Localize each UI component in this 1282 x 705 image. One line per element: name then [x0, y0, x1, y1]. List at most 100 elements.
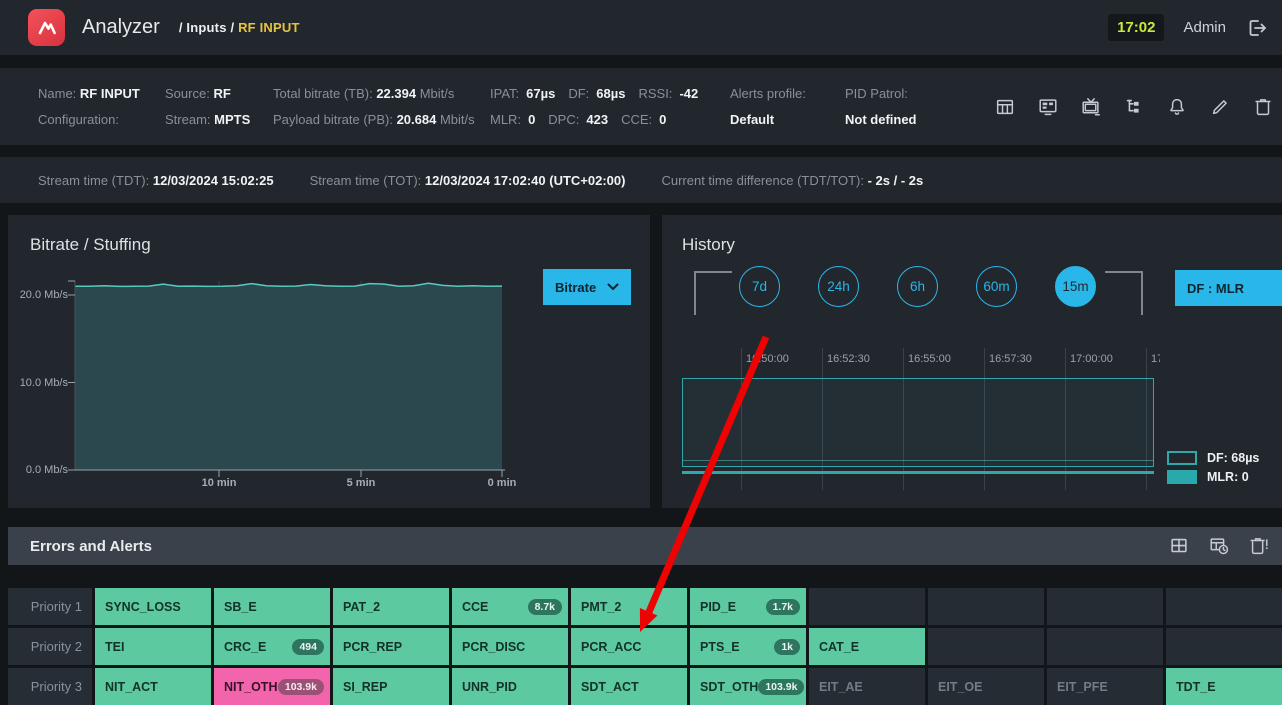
tdt-value: 12/03/2024 15:02:25 [152, 172, 274, 188]
history-time-tick: 16:52:30 [827, 353, 870, 365]
breadcrumb-path[interactable]: / Inputs / [179, 20, 234, 35]
history-range-button-60m[interactable]: 60m [976, 266, 1017, 307]
history-range-button-15m[interactable]: 15m [1055, 266, 1096, 307]
alerts-profile-value[interactable]: Default [730, 112, 774, 127]
history-time-tick: 17:00:00 [1070, 353, 1113, 365]
stream-label: Stream: [165, 112, 211, 127]
history-range-button-7d[interactable]: 7d [739, 266, 780, 307]
error-cell-label: NIT_OTH [224, 679, 278, 694]
error-cell-nit_act[interactable]: NIT_ACT [95, 668, 211, 705]
history-panel-title: History [682, 235, 735, 254]
error-cell-label: UNR_PID [462, 679, 517, 694]
range-bracket-right [1105, 271, 1143, 315]
history-mlr-series [682, 471, 1154, 474]
payload-bitrate-label: Payload bitrate (PB): [273, 112, 393, 127]
error-cell-sb_e[interactable]: SB_E [214, 588, 330, 625]
error-cell-label: PCR_DISC [462, 639, 526, 654]
error-cell-eit_pfe[interactable]: EIT_PFE [1047, 668, 1163, 705]
errors-grid: Priority 1 SYNC_LOSS SB_E PAT_2 CCE 8.7k PMT_2… [8, 588, 1282, 705]
edit-pencil-icon[interactable] [1209, 96, 1231, 118]
errors-alerts-title: Errors and Alerts [30, 537, 152, 555]
tot-label: Stream time (TOT): [309, 172, 422, 188]
error-cell-crc_e[interactable]: CRC_E 494 [214, 628, 330, 665]
report-history-icon[interactable] [1208, 535, 1230, 557]
error-cell-pcr_acc[interactable]: PCR_ACC [571, 628, 687, 665]
priority-row-label: Priority 2 [8, 628, 92, 665]
error-cell-eit_ae[interactable]: EIT_AE [809, 668, 925, 705]
error-cell-empty [809, 588, 925, 625]
pid-patrol-value[interactable]: Not defined [845, 112, 917, 127]
error-cell-tdt_e[interactable]: TDT_E [1166, 668, 1282, 705]
error-cell-nit_oth[interactable]: NIT_OTH 103.9k [214, 668, 330, 705]
bitrate-column: Total bitrate (TB): 22.394 Mbit/s Payloa… [273, 81, 475, 133]
error-cell-label: PAT_2 [343, 599, 381, 614]
stream-time-tot: Stream time (TOT): 12/03/2024 17:02:40 (… [310, 173, 626, 188]
error-cell-eit_oe[interactable]: EIT_OE [928, 668, 1044, 705]
error-cell-pat_2[interactable]: PAT_2 [333, 588, 449, 625]
clear-errors-trash-icon[interactable] [1248, 535, 1270, 557]
error-count-badge: 103.9k [277, 678, 324, 695]
breadcrumb: / Inputs / RF INPUT [179, 20, 300, 35]
history-range-button-24h[interactable]: 24h [818, 266, 859, 307]
app-logo-icon[interactable] [28, 9, 65, 46]
dpc-value: 423 [586, 112, 609, 127]
time-difference-label: Current time difference (TDT/TOT): [661, 172, 864, 188]
delete-trash-icon[interactable] [1252, 96, 1274, 118]
input-summary-bar: Name: RF INPUT Configuration: Source: RF… [0, 68, 1282, 145]
mlr-value: 0 [528, 112, 536, 127]
history-metric-dropdown[interactable]: DF : MLR [1175, 270, 1282, 306]
bitrate-y-tick: 10.0 Mb/s [19, 376, 68, 389]
history-df-baseline [683, 460, 1153, 461]
bitrate-x-tick: 10 min [201, 477, 237, 489]
error-cell-empty [1047, 588, 1163, 625]
history-panel: History 7d 24h 6h 60m 15m DF : MLR 16:50:00 1… [662, 215, 1282, 508]
name-label: Name: [38, 86, 77, 101]
rssi-label: RSSI: [638, 86, 673, 101]
legend-label: MLR: 0 [1207, 470, 1249, 484]
error-count-badge: 1k [774, 638, 800, 655]
error-cell-tei[interactable]: TEI [95, 628, 211, 665]
input-toolbar [994, 96, 1274, 118]
error-cell-empty [928, 588, 1044, 625]
error-cell-pcr_disc[interactable]: PCR_DISC [452, 628, 568, 665]
logout-icon[interactable] [1245, 16, 1269, 40]
error-cell-unr_pid[interactable]: UNR_PID [452, 668, 568, 705]
name-value: RF INPUT [79, 86, 140, 101]
grid-view-icon[interactable] [1168, 535, 1190, 557]
error-cell-pcr_rep[interactable]: PCR_REP [333, 628, 449, 665]
error-cell-pmt_2[interactable]: PMT_2 [571, 588, 687, 625]
layout-table-icon[interactable] [994, 96, 1016, 118]
user-name[interactable]: Admin [1183, 19, 1226, 36]
payload-bitrate-value: 20.684 [396, 112, 437, 127]
error-cell-pid_e[interactable]: PID_E 1.7k [690, 588, 806, 625]
bitrate-mode-dropdown[interactable]: Bitrate [543, 269, 631, 305]
error-cell-label: PTS_E [700, 639, 740, 654]
error-cell-sdt_oth[interactable]: SDT_OTH 103.9k [690, 668, 806, 705]
error-cell-sync_loss[interactable]: SYNC_LOSS [95, 588, 211, 625]
error-cell-empty [1166, 628, 1282, 665]
error-cell-label: EIT_PFE [1057, 679, 1108, 694]
structure-tree-icon[interactable] [1123, 96, 1145, 118]
error-cell-label: SDT_ACT [581, 679, 639, 694]
priority-row-label: Priority 3 [8, 668, 92, 705]
error-count-badge: 103.9k [758, 678, 805, 695]
pid-patrol-column: PID Patrol: Not defined [845, 81, 917, 133]
error-cell-cce[interactable]: CCE 8.7k [452, 588, 568, 625]
history-metric-value: DF : MLR [1187, 280, 1245, 296]
error-cell-label: EIT_OE [938, 679, 983, 694]
tv-icon[interactable] [1080, 96, 1102, 118]
notifications-bell-icon[interactable] [1166, 96, 1188, 118]
history-range-button-6h[interactable]: 6h [897, 266, 938, 307]
legend-swatch-filled [1167, 470, 1197, 484]
error-cell-label: CRC_E [224, 639, 267, 654]
error-cell-pts_e[interactable]: PTS_E 1k [690, 628, 806, 665]
alerts-profile-column: Alerts profile: Default [730, 81, 806, 133]
mlr-label: MLR: [490, 112, 522, 127]
error-cell-sdt_act[interactable]: SDT_ACT [571, 668, 687, 705]
mosaic-icon[interactable] [1037, 96, 1059, 118]
error-cell-label: PCR_REP [343, 639, 403, 654]
error-cell-label: PMT_2 [581, 599, 622, 614]
error-cell-label: PID_E [700, 599, 737, 614]
error-cell-si_rep[interactable]: SI_REP [333, 668, 449, 705]
error-cell-cat_e[interactable]: CAT_E [809, 628, 925, 665]
